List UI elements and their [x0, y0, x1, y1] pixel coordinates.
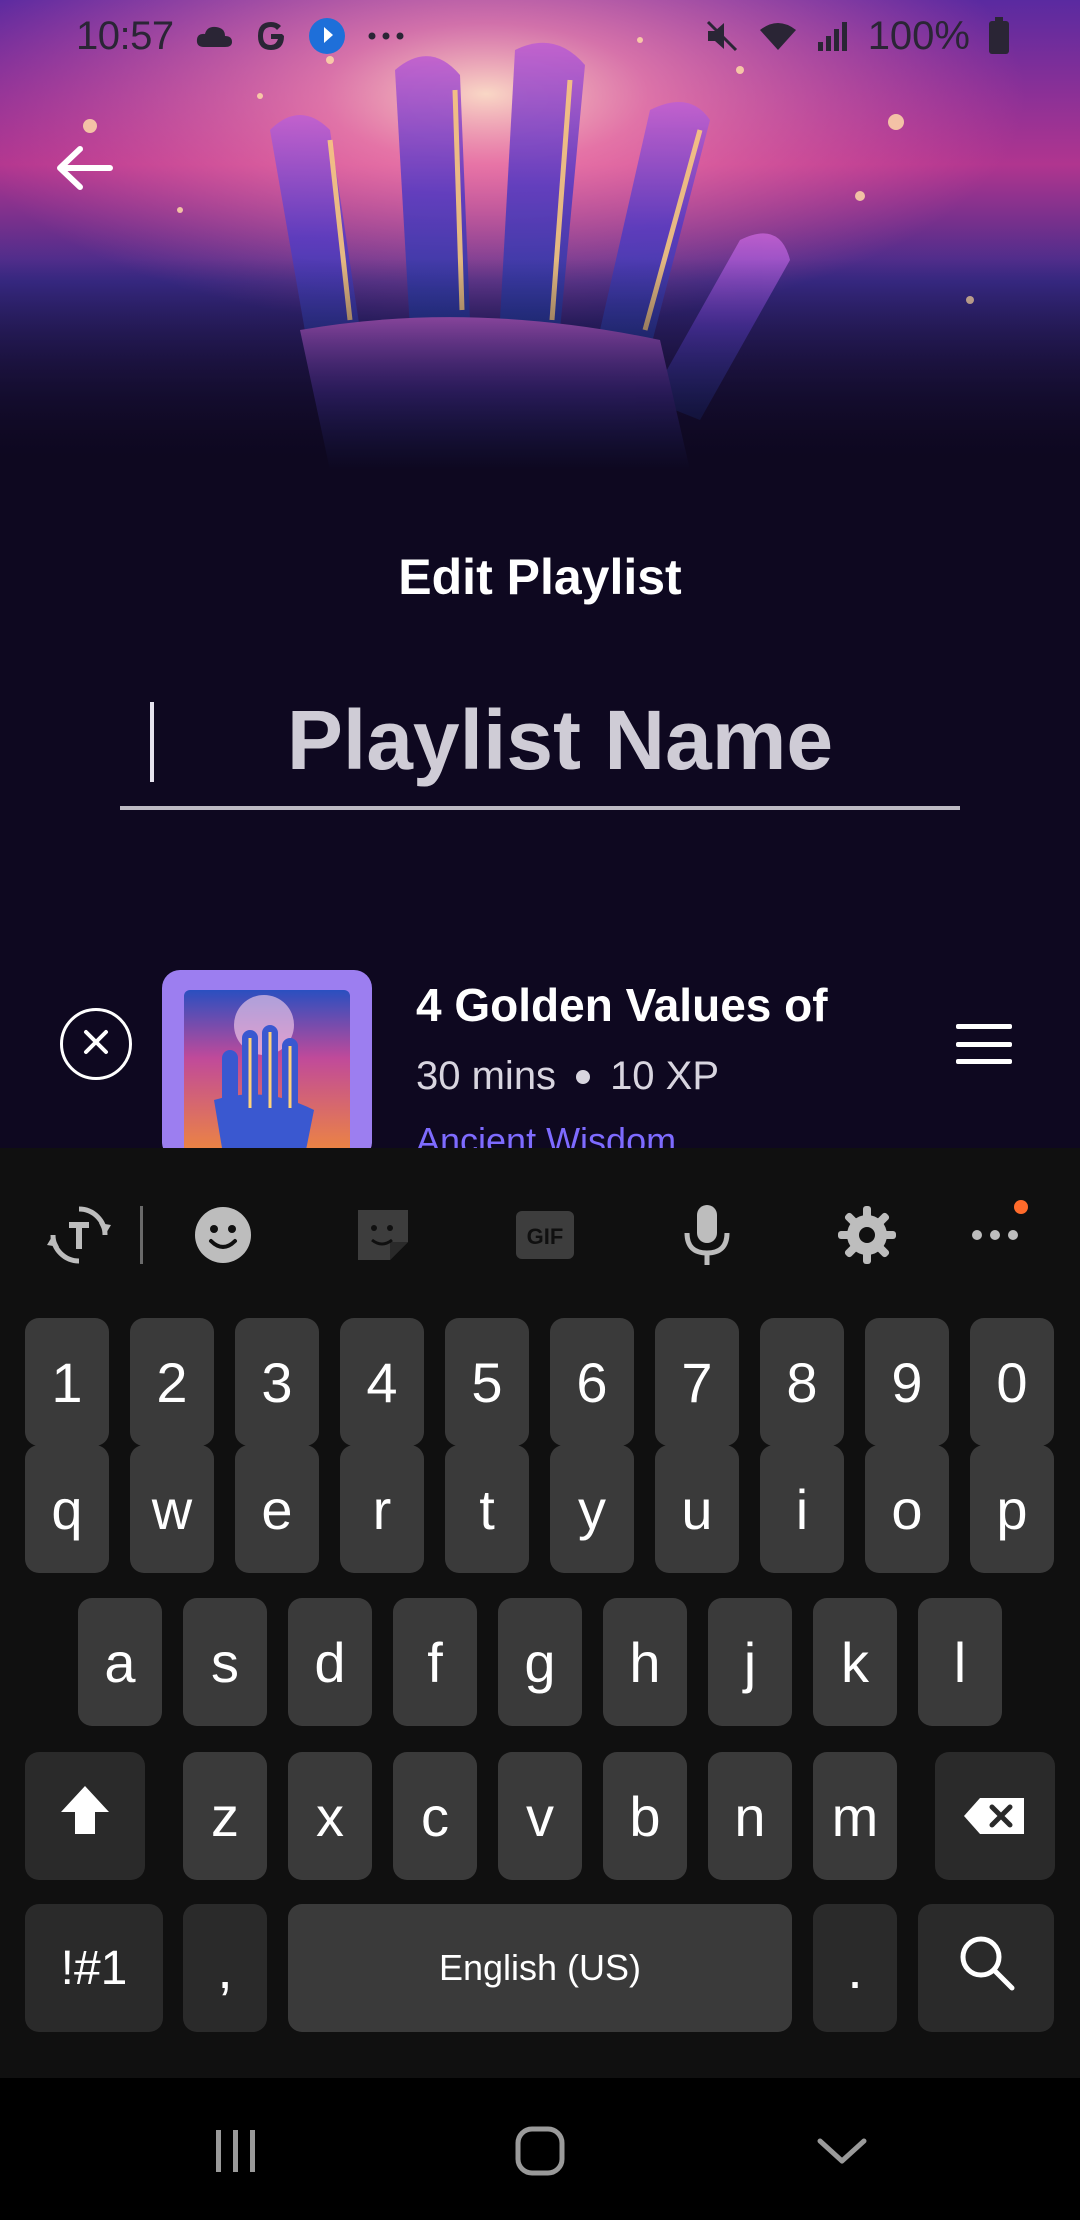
- cloud-icon: [194, 23, 234, 49]
- search-key[interactable]: [918, 1904, 1054, 2032]
- track-title: 4 Golden Values of: [416, 979, 828, 1031]
- remove-track-button[interactable]: [60, 1008, 132, 1080]
- signal-icon: [816, 20, 850, 52]
- battery-icon: [988, 17, 1010, 55]
- key-c[interactable]: c: [393, 1752, 477, 1880]
- key-y[interactable]: y: [550, 1445, 634, 1573]
- playlist-track-row[interactable]: 4 Golden Values of 30 mins 10 XP Ancient…: [0, 968, 1080, 1161]
- key-l[interactable]: l: [918, 1598, 1002, 1726]
- soft-keyboard: GIF 1 2 3 4 5 6 7 8 9 0 q w e r t y u i …: [0, 1148, 1080, 2078]
- key-v[interactable]: v: [498, 1752, 582, 1880]
- key-x[interactable]: x: [288, 1752, 372, 1880]
- arrow-left-icon: [54, 143, 114, 198]
- key-9[interactable]: 9: [865, 1318, 949, 1446]
- period-key[interactable]: .: [813, 1904, 897, 2032]
- microphone-icon[interactable]: [672, 1200, 742, 1270]
- battery-percent: 100%: [867, 13, 970, 58]
- key-z[interactable]: z: [183, 1752, 267, 1880]
- key-t[interactable]: t: [445, 1445, 529, 1573]
- separator-dot: [576, 1069, 591, 1084]
- key-w[interactable]: w: [130, 1445, 214, 1573]
- key-d[interactable]: d: [288, 1598, 372, 1726]
- track-duration: 30 mins: [416, 1054, 557, 1098]
- mute-icon: [704, 18, 740, 54]
- toolbar-divider: [140, 1206, 143, 1264]
- key-7[interactable]: 7: [655, 1318, 739, 1446]
- emoji-icon[interactable]: [188, 1200, 258, 1270]
- shift-icon: [57, 1782, 113, 1851]
- reorder-handle-icon[interactable]: [956, 1024, 1012, 1064]
- app-badge-icon: [308, 17, 346, 55]
- comma-key[interactable]: ,: [183, 1904, 267, 2032]
- gif-icon[interactable]: GIF: [510, 1200, 580, 1270]
- gif-label: GIF: [527, 1224, 564, 1249]
- more-notifications-icon: [366, 31, 406, 41]
- key-n[interactable]: n: [708, 1752, 792, 1880]
- backspace-icon: [962, 1784, 1028, 1849]
- key-g[interactable]: g: [498, 1598, 582, 1726]
- page-title: Edit Playlist: [398, 549, 682, 605]
- key-q[interactable]: q: [25, 1445, 109, 1573]
- key-8[interactable]: 8: [760, 1318, 844, 1446]
- key-m[interactable]: m: [813, 1752, 897, 1880]
- shift-key[interactable]: [25, 1752, 145, 1880]
- key-h[interactable]: h: [603, 1598, 687, 1726]
- key-f[interactable]: f: [393, 1598, 477, 1726]
- sticker-icon[interactable]: [348, 1200, 418, 1270]
- key-a[interactable]: a: [78, 1598, 162, 1726]
- key-s[interactable]: s: [183, 1598, 267, 1726]
- key-j[interactable]: j: [708, 1598, 792, 1726]
- key-2[interactable]: 2: [130, 1318, 214, 1446]
- key-p[interactable]: p: [970, 1445, 1054, 1573]
- more-icon[interactable]: [960, 1200, 1030, 1270]
- status-time: 10:57: [76, 13, 174, 58]
- key-k[interactable]: k: [813, 1598, 897, 1726]
- key-5[interactable]: 5: [445, 1318, 529, 1446]
- back-button[interactable]: [44, 130, 124, 210]
- key-i[interactable]: i: [760, 1445, 844, 1573]
- key-r[interactable]: r: [340, 1445, 424, 1573]
- track-xp: 10 XP: [610, 1054, 720, 1098]
- key-o[interactable]: o: [865, 1445, 949, 1573]
- search-icon: [956, 1932, 1016, 2005]
- backspace-key[interactable]: [935, 1752, 1055, 1880]
- key-3[interactable]: 3: [235, 1318, 319, 1446]
- system-nav-bar: [0, 2078, 1080, 2220]
- key-b[interactable]: b: [603, 1752, 687, 1880]
- space-key[interactable]: English (US): [288, 1904, 792, 2032]
- symbols-key[interactable]: !#1: [25, 1904, 163, 2032]
- key-e[interactable]: e: [235, 1445, 319, 1573]
- key-u[interactable]: u: [655, 1445, 739, 1573]
- track-meta: 30 mins 10 XP: [416, 1054, 719, 1099]
- wifi-icon: [758, 20, 798, 52]
- key-0[interactable]: 0: [970, 1318, 1054, 1446]
- google-icon: [254, 19, 288, 53]
- playlist-name-input[interactable]: [160, 680, 960, 800]
- home-icon[interactable]: [500, 2116, 580, 2186]
- status-bar: 10:57 100%: [0, 0, 1080, 72]
- text-cursor: [150, 702, 154, 782]
- hide-keyboard-icon[interactable]: [802, 2116, 882, 2186]
- key-4[interactable]: 4: [340, 1318, 424, 1446]
- track-thumbnail: [162, 970, 372, 1160]
- keyboard-toolbar: GIF: [0, 1148, 1080, 1318]
- notification-dot: [1014, 1200, 1028, 1214]
- key-6[interactable]: 6: [550, 1318, 634, 1446]
- recent-apps-icon[interactable]: [196, 2116, 276, 2186]
- playlist-name-field[interactable]: [120, 680, 960, 810]
- key-1[interactable]: 1: [25, 1318, 109, 1446]
- translate-icon[interactable]: [44, 1200, 114, 1270]
- close-icon: [81, 1027, 111, 1062]
- settings-icon[interactable]: [832, 1200, 902, 1270]
